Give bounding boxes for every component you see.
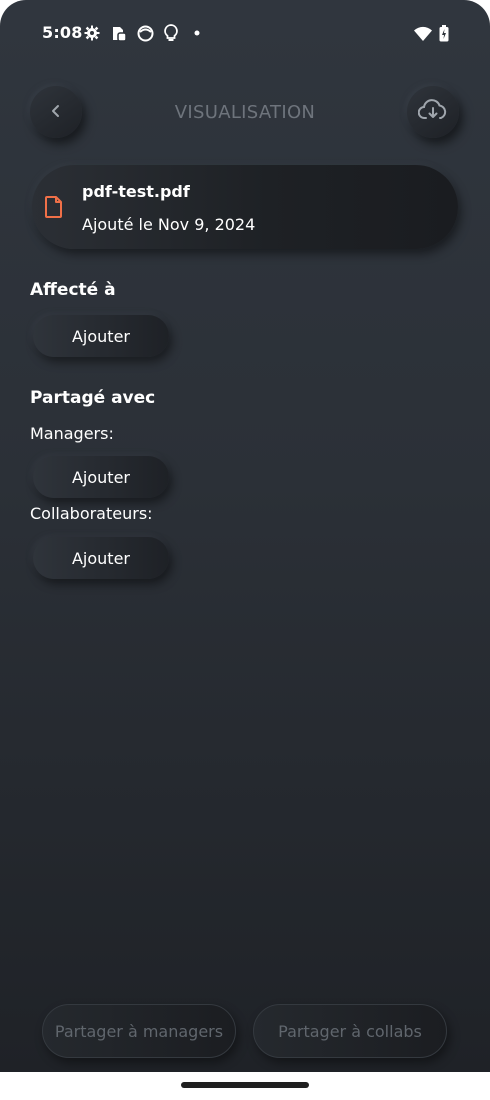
battery-icon [435,24,453,42]
file-name: pdf-test.pdf [82,182,190,201]
collabs-label: Collaborateurs: [30,504,153,523]
gear-icon [83,24,101,42]
file-card[interactable]: pdf-test.pdf Ajouté le Nov 9, 2024 [32,165,458,249]
sim-icon [110,24,128,42]
shared-title: Partagé avec [30,388,156,408]
managers-label: Managers: [30,424,114,443]
file-icon [44,195,66,219]
dot-icon [188,24,206,42]
managers-add-button[interactable]: Ajouter [33,456,169,498]
cloud-download-icon [417,99,448,125]
chevron-left-icon [50,103,62,122]
gesture-nav-bar [0,1072,490,1100]
status-time: 5:08 [42,23,83,42]
status-bar: 5:08 [0,18,490,48]
share-collabs-button[interactable]: Partager à collabs [253,1004,447,1058]
bulb-icon [162,24,180,42]
file-date: Ajouté le Nov 9, 2024 [82,215,256,234]
home-handle[interactable] [181,1082,309,1088]
face-icon [136,24,154,42]
download-button[interactable] [407,86,459,138]
back-button[interactable] [30,86,82,138]
app-screen: 5:08 VISUALISATION pdf-test.pdf Ajouté l… [0,0,490,1072]
assigned-title: Affecté à [30,280,116,300]
share-managers-button[interactable]: Partager à managers [42,1004,236,1058]
page-title: VISUALISATION [174,102,316,123]
collabs-add-button[interactable]: Ajouter [33,537,169,579]
assigned-add-button[interactable]: Ajouter [33,315,169,357]
wifi-icon [414,24,432,42]
